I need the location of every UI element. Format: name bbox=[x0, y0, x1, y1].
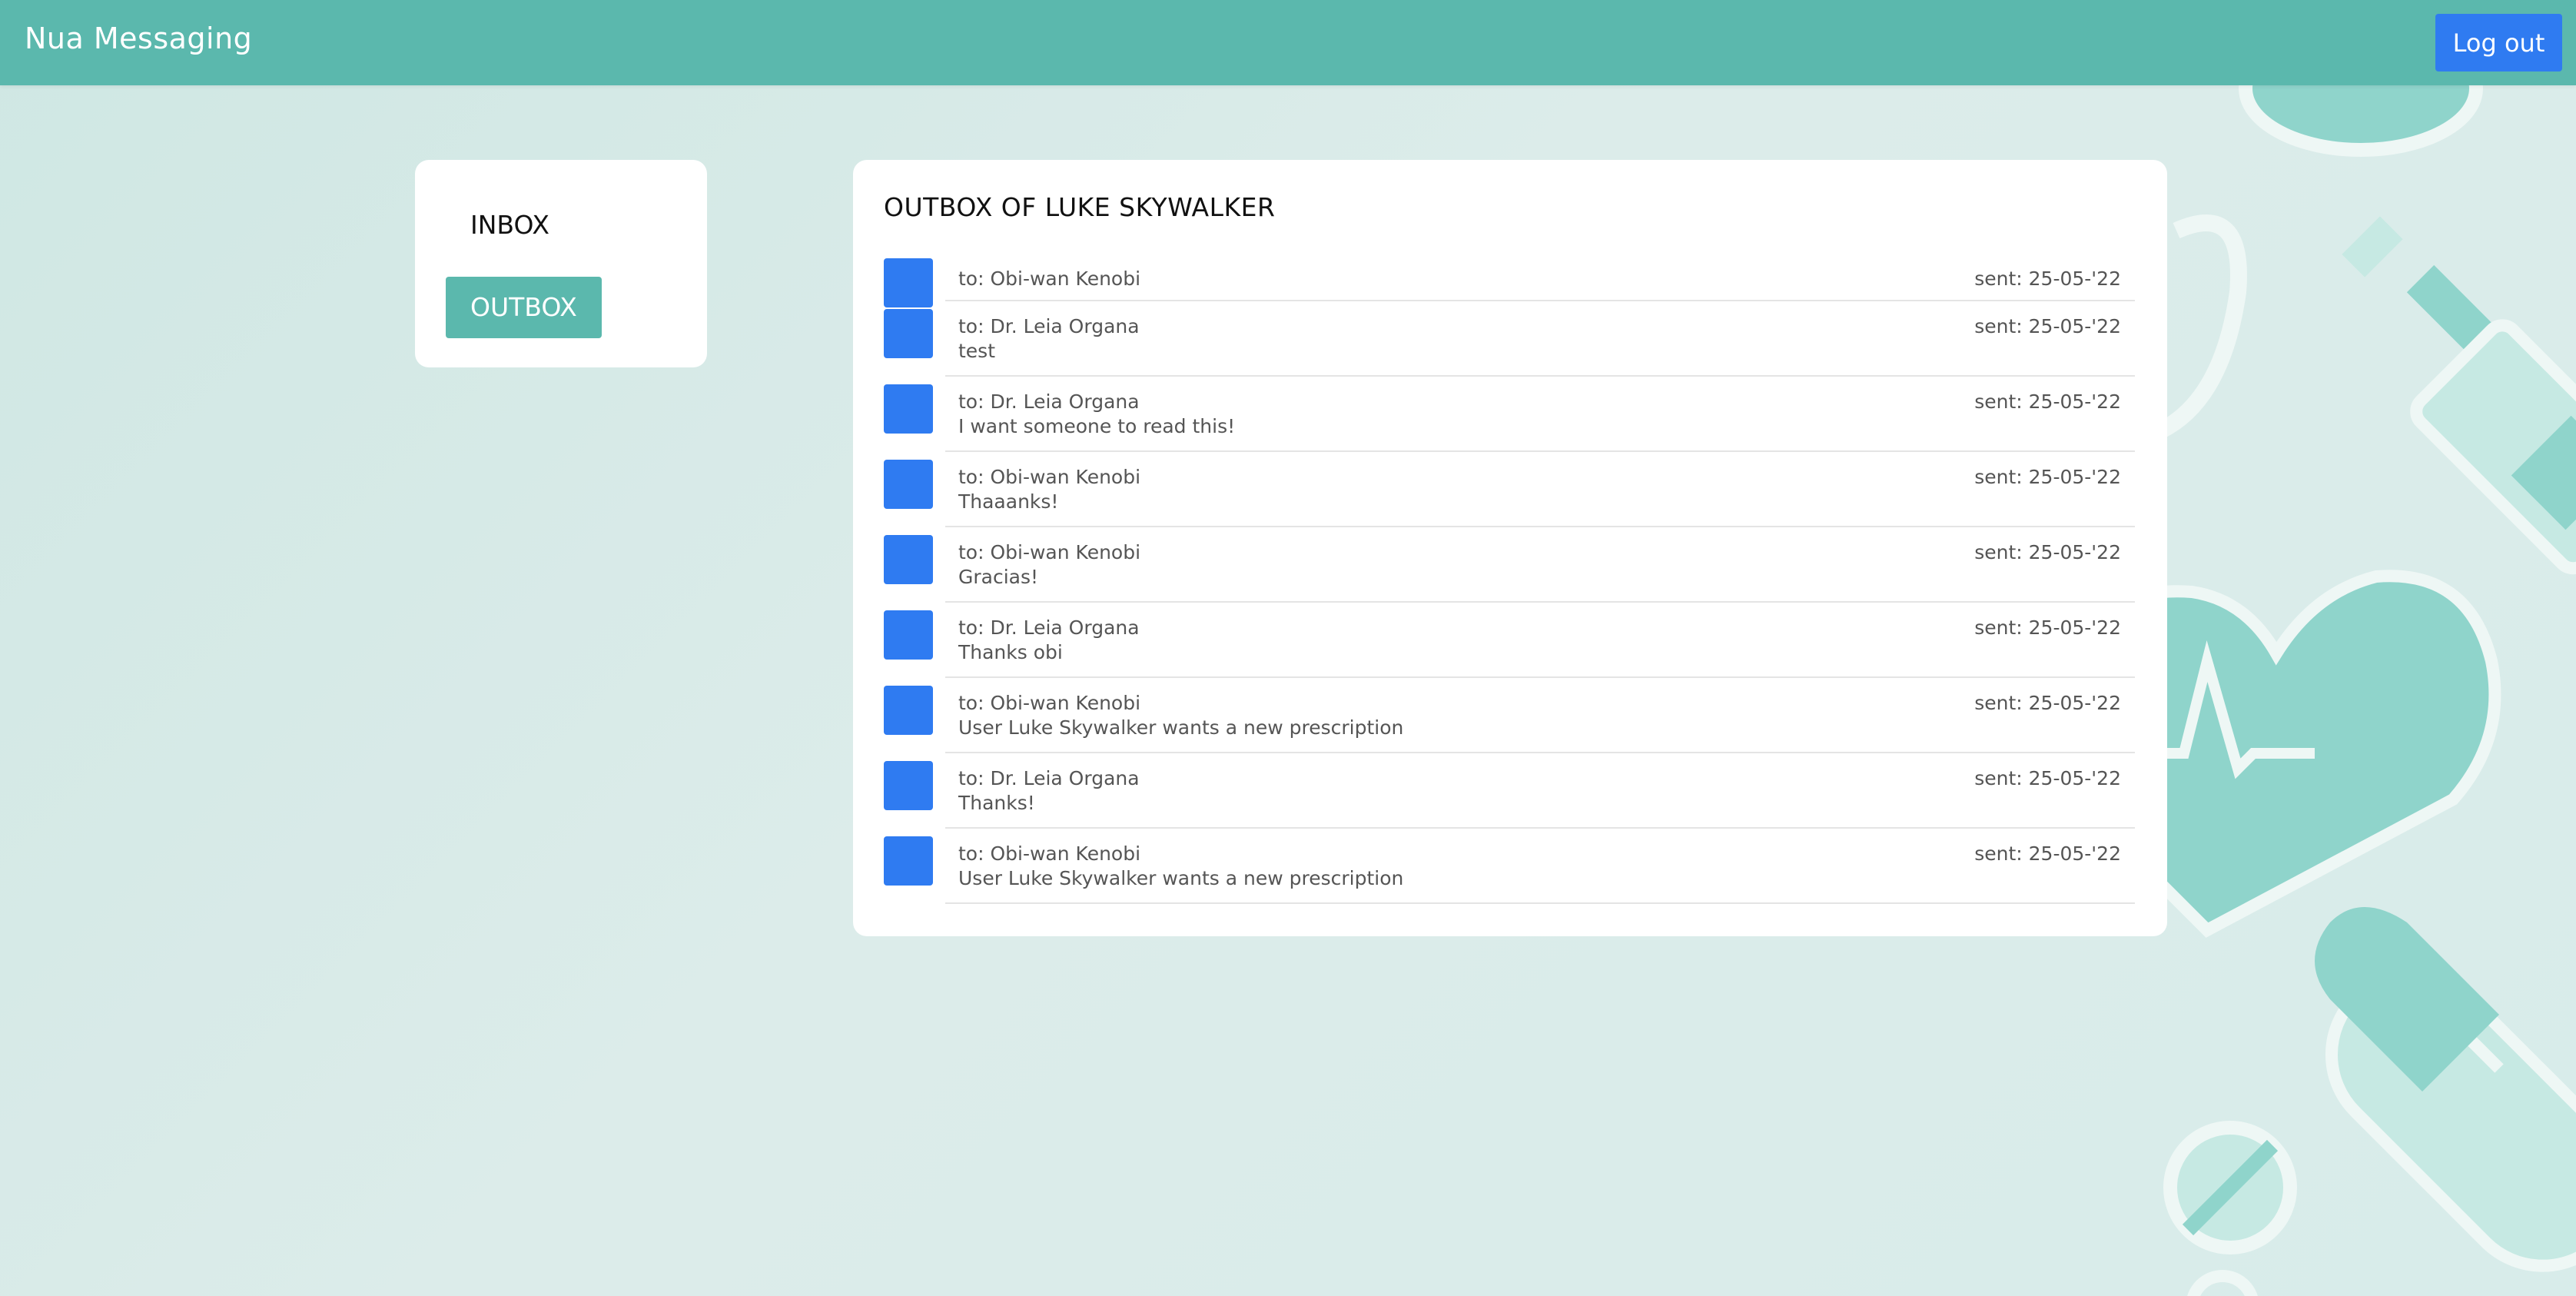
message-avatar bbox=[884, 460, 933, 509]
message-preview: Gracias! bbox=[958, 566, 1039, 588]
message-avatar bbox=[884, 761, 933, 810]
message-sent-date: sent: 25-05-'22 bbox=[1974, 541, 2121, 563]
message-preview: Thanks! bbox=[958, 792, 1035, 814]
message-recipient: to: Dr. Leia Organa bbox=[958, 767, 1140, 789]
message-sent-date: sent: 25-05-'22 bbox=[1974, 692, 2121, 714]
message-sent-date: sent: 25-05-'22 bbox=[1974, 767, 2121, 789]
row-divider bbox=[945, 902, 2135, 904]
message-sent-date: sent: 25-05-'22 bbox=[1974, 842, 2121, 865]
message-avatar bbox=[884, 836, 933, 886]
message-sent-date: sent: 25-05-'22 bbox=[1974, 315, 2121, 337]
message-recipient: to: Obi-wan Kenobi bbox=[958, 541, 1141, 563]
pill-capsule-icon bbox=[2315, 907, 2576, 1272]
message-row[interactable]: to: Dr. Leia Organa Thanks! sent: 25-05-… bbox=[884, 753, 2135, 829]
message-row[interactable]: to: Obi-wan Kenobi User Luke Skywalker w… bbox=[884, 829, 2135, 904]
message-sent-date: sent: 25-05-'22 bbox=[1974, 616, 2121, 639]
message-row[interactable]: to: Obi-wan Kenobi sent: 25-05-'22 bbox=[884, 251, 2135, 307]
message-preview: User Luke Skywalker wants a new prescrip… bbox=[958, 716, 1404, 739]
outbox-panel: OUTBOX OF LUKE SKYWALKER to: Obi-wan Ken… bbox=[853, 160, 2167, 936]
syringe-icon bbox=[2342, 216, 2576, 575]
message-preview: Thaaanks! bbox=[958, 490, 1059, 513]
message-row[interactable]: to: Obi-wan Kenobi User Luke Skywalker w… bbox=[884, 678, 2135, 753]
message-recipient: to: Obi-wan Kenobi bbox=[958, 268, 1141, 290]
message-avatar bbox=[884, 686, 933, 735]
sidebar-item-outbox[interactable]: OUTBOX bbox=[446, 277, 602, 338]
message-row[interactable]: to: Dr. Leia Organa Thanks obi sent: 25-… bbox=[884, 603, 2135, 678]
message-recipient: to: Dr. Leia Organa bbox=[958, 390, 1140, 413]
message-sent-date: sent: 25-05-'22 bbox=[1974, 466, 2121, 488]
message-sent-date: sent: 25-05-'22 bbox=[1974, 268, 2121, 290]
message-recipient: to: Obi-wan Kenobi bbox=[958, 692, 1141, 714]
mailbox-sidebar: INBOX OUTBOX bbox=[415, 160, 707, 367]
pill-tablet-icon bbox=[2163, 1121, 2297, 1254]
message-row[interactable]: to: Obi-wan Kenobi Thaaanks! sent: 25-05… bbox=[884, 452, 2135, 527]
message-preview: User Luke Skywalker wants a new prescrip… bbox=[958, 867, 1404, 889]
app-title: Nua Messaging bbox=[25, 22, 253, 55]
message-sent-date: sent: 25-05-'22 bbox=[1974, 390, 2121, 413]
page-title: OUTBOX OF LUKE SKYWALKER bbox=[884, 192, 1276, 222]
sidebar-item-inbox[interactable]: INBOX bbox=[446, 194, 574, 256]
message-row[interactable]: to: Obi-wan Kenobi Gracias! sent: 25-05-… bbox=[884, 527, 2135, 603]
message-preview: test bbox=[958, 340, 996, 362]
message-preview: I want someone to read this! bbox=[958, 415, 1236, 437]
message-avatar bbox=[884, 258, 933, 307]
message-recipient: to: Obi-wan Kenobi bbox=[958, 466, 1141, 488]
logout-button[interactable]: Log out bbox=[2435, 14, 2562, 71]
message-recipient: to: Dr. Leia Organa bbox=[958, 315, 1140, 337]
top-navigation-bar: Nua Messaging Log out bbox=[0, 0, 2576, 85]
message-avatar bbox=[884, 610, 933, 660]
message-avatar bbox=[884, 309, 933, 358]
message-avatar bbox=[884, 384, 933, 434]
message-avatar bbox=[884, 535, 933, 584]
message-recipient: to: Obi-wan Kenobi bbox=[958, 842, 1141, 865]
message-row[interactable]: to: Dr. Leia Organa I want someone to re… bbox=[884, 377, 2135, 452]
message-recipient: to: Dr. Leia Organa bbox=[958, 616, 1140, 639]
message-row[interactable]: to: Dr. Leia Organa test sent: 25-05-'22 bbox=[884, 301, 2135, 377]
message-list: to: Obi-wan Kenobi sent: 25-05-'22 to: D… bbox=[884, 251, 2135, 904]
message-preview: Thanks obi bbox=[958, 641, 1063, 663]
